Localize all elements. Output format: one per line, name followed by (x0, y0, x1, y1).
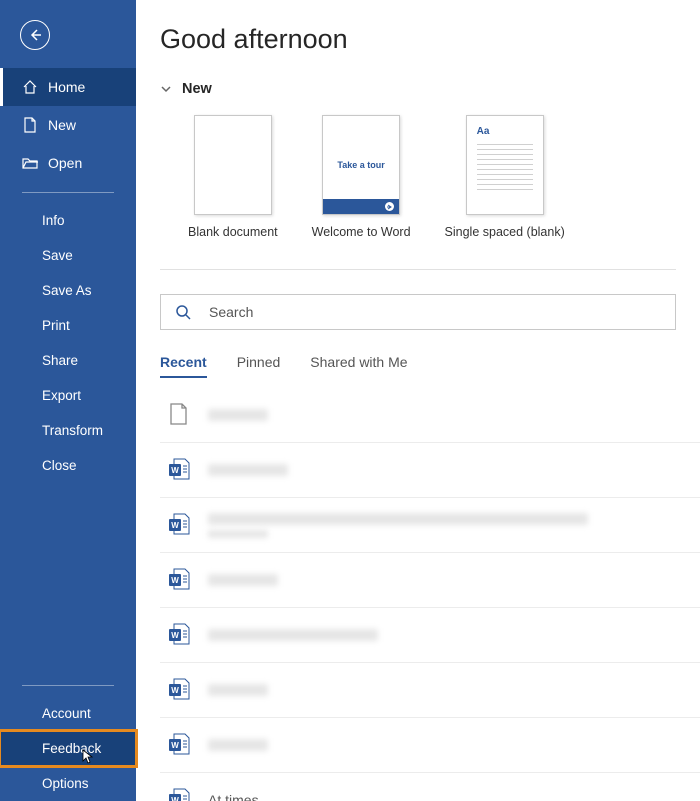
word-doc-icon: W (168, 677, 190, 703)
nav-info[interactable]: Info (0, 203, 136, 238)
section-divider (160, 269, 676, 270)
tab-shared[interactable]: Shared with Me (310, 354, 407, 378)
recent-files-list: W W W W W W W At times (160, 388, 700, 801)
nav-save-as[interactable]: Save As (0, 273, 136, 308)
nav-open[interactable]: Open (0, 144, 136, 182)
file-name-redacted (208, 464, 288, 476)
file-row[interactable]: W (160, 498, 700, 553)
template-inner-text: Aa (477, 126, 490, 137)
file-name: At times (208, 792, 259, 801)
nav-options[interactable]: Options (0, 766, 136, 801)
template-inner-text: Take a tour (323, 160, 399, 170)
arrow-right-icon (387, 204, 393, 210)
word-doc-icon: W (168, 622, 190, 648)
nav-account[interactable]: Account (0, 696, 136, 731)
svg-text:W: W (171, 521, 179, 530)
svg-text:W: W (171, 796, 179, 801)
template-label: Blank document (188, 225, 278, 239)
word-doc-icon: W (168, 732, 190, 758)
svg-text:W: W (171, 576, 179, 585)
file-row[interactable]: W (160, 718, 700, 773)
svg-text:W: W (171, 466, 179, 475)
tab-recent[interactable]: Recent (160, 354, 207, 378)
new-section-header[interactable]: New (160, 81, 700, 97)
search-input[interactable] (209, 304, 661, 320)
file-name-redacted (208, 409, 268, 421)
back-button[interactable] (20, 20, 50, 50)
mouse-cursor-icon (82, 749, 94, 765)
nav-save[interactable]: Save (0, 238, 136, 273)
nav-transform[interactable]: Transform (0, 413, 136, 448)
recent-tabs: Recent Pinned Shared with Me (160, 354, 700, 378)
arrow-left-icon (28, 28, 42, 42)
nav-open-label: Open (48, 155, 82, 171)
file-name-redacted (208, 513, 588, 525)
folder-open-icon (22, 155, 38, 171)
nav-export[interactable]: Export (0, 378, 136, 413)
nav-print[interactable]: Print (0, 308, 136, 343)
home-icon (22, 79, 38, 95)
word-doc-icon: W (168, 457, 190, 483)
file-row[interactable]: W (160, 663, 700, 718)
word-doc-icon: W (168, 787, 190, 801)
page-title: Good afternoon (160, 24, 700, 55)
file-name-redacted (208, 629, 378, 641)
template-thumb: Take a tour (322, 115, 400, 215)
nav-new[interactable]: New (0, 106, 136, 144)
word-doc-icon: W (168, 567, 190, 593)
file-name-redacted (208, 574, 278, 586)
template-thumb (194, 115, 272, 215)
new-section-label: New (182, 81, 212, 97)
nav-share[interactable]: Share (0, 343, 136, 378)
document-icon (22, 117, 38, 133)
template-thumb: Aa (466, 115, 544, 215)
backstage-sidebar: Home New Open Info Save Save As Print Sh… (0, 0, 136, 801)
nav-home[interactable]: Home (0, 68, 136, 106)
file-row[interactable]: W (160, 443, 700, 498)
main-content: Good afternoon New Blank document Take a… (136, 0, 700, 801)
search-box[interactable] (160, 294, 676, 330)
svg-text:W: W (171, 631, 179, 640)
search-icon (175, 304, 191, 320)
file-row[interactable]: W (160, 608, 700, 663)
template-blank[interactable]: Blank document (188, 115, 278, 239)
template-welcome[interactable]: Take a tour Welcome to Word (312, 115, 411, 239)
sidebar-divider (22, 192, 114, 193)
svg-text:W: W (171, 686, 179, 695)
template-single-spaced[interactable]: Aa Single spaced (blank) (445, 115, 565, 239)
word-doc-icon: W (168, 512, 190, 538)
file-meta-redacted (208, 530, 268, 538)
sidebar-divider-bottom (22, 685, 114, 686)
file-row[interactable]: W At times (160, 773, 700, 801)
document-icon (168, 402, 190, 428)
template-gallery: Blank document Take a tour Welcome to Wo… (188, 115, 700, 239)
svg-text:W: W (171, 741, 179, 750)
nav-feedback[interactable]: Feedback (0, 731, 136, 766)
file-row[interactable]: W (160, 553, 700, 608)
template-label: Welcome to Word (312, 225, 411, 239)
nav-new-label: New (48, 117, 76, 133)
file-row[interactable] (160, 388, 700, 443)
file-name-redacted (208, 739, 268, 751)
tab-pinned[interactable]: Pinned (237, 354, 281, 378)
file-name-redacted (208, 684, 268, 696)
nav-close[interactable]: Close (0, 448, 136, 483)
template-label: Single spaced (blank) (445, 225, 565, 239)
nav-home-label: Home (48, 79, 85, 95)
chevron-down-icon (160, 83, 172, 95)
